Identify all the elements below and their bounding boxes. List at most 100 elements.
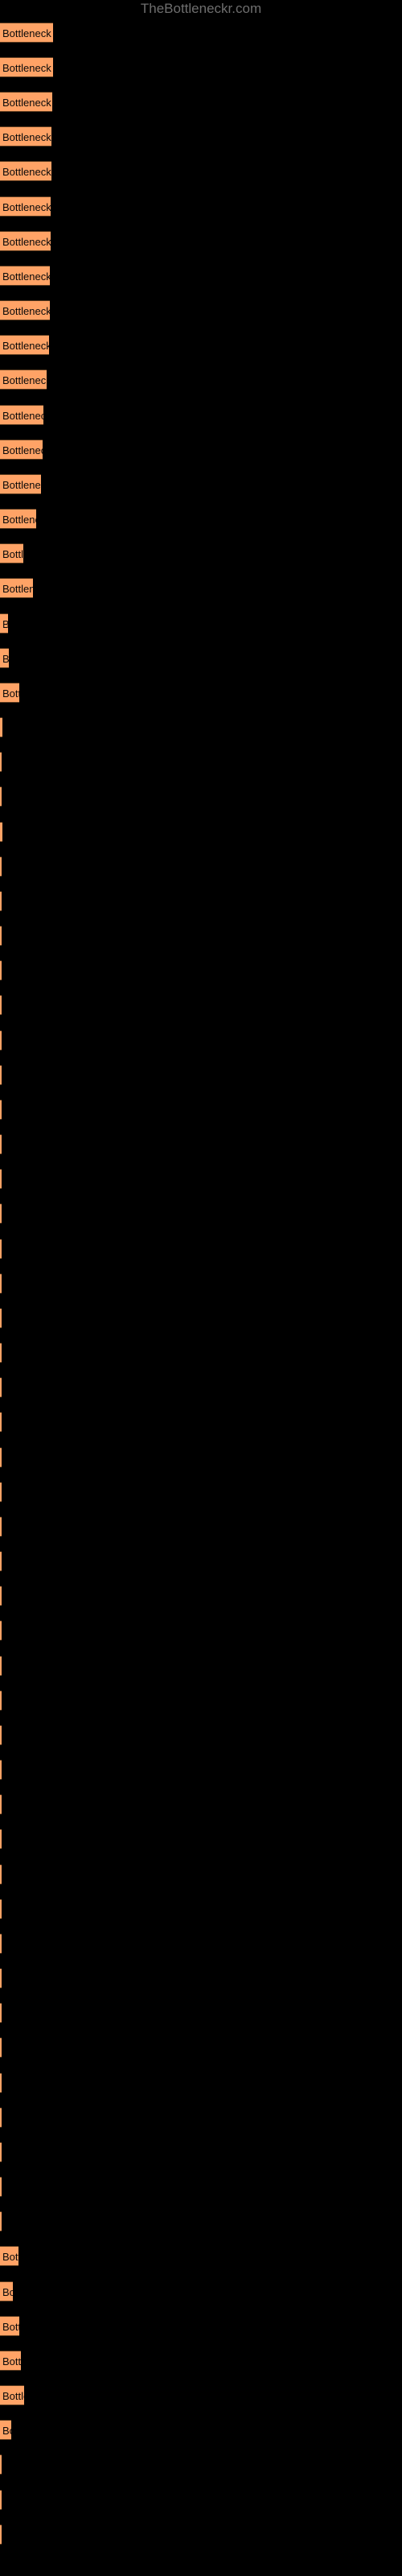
bar-segment[interactable]: Bottleneck result bbox=[0, 1274, 2, 1294]
bar-segment[interactable]: Bottleneck result bbox=[0, 1412, 2, 1432]
bar-segment[interactable]: Bottleneck result bbox=[0, 926, 2, 946]
bar-segment[interactable]: Bottleneck result bbox=[0, 23, 53, 43]
bar-label: Bottleneck result bbox=[2, 201, 51, 213]
bar-label: Bottleneck result bbox=[2, 2286, 13, 2298]
bar-segment[interactable]: Bottleneck result bbox=[0, 1377, 2, 1397]
bar-segment[interactable]: Bottleneck result bbox=[0, 1551, 2, 1571]
bar-segment[interactable]: Bottleneck result bbox=[0, 995, 2, 1015]
bar-segment[interactable]: Bottleneck result bbox=[0, 2211, 2, 2231]
bar-label: Bottleneck result bbox=[2, 236, 51, 248]
bar-label: Bottleneck result bbox=[2, 687, 19, 700]
bar-segment[interactable]: Bottleneck result bbox=[0, 2246, 18, 2266]
bar-label: Bottleneck result bbox=[2, 583, 33, 595]
bar-segment[interactable]: Bottleneck result bbox=[0, 2524, 2, 2545]
bar-segment[interactable]: Bottleneck result bbox=[0, 1308, 2, 1328]
bar-segment[interactable]: Bottleneck result bbox=[0, 1169, 2, 1189]
bar-segment[interactable]: Bottleneck result bbox=[0, 1586, 2, 1606]
bar-segment[interactable]: Bottleneck result bbox=[0, 1690, 2, 1711]
bar-segment[interactable]: Bottleneck result bbox=[0, 2073, 2, 2093]
bar-segment[interactable]: Bottleneck result bbox=[0, 369, 47, 390]
bar-segment[interactable]: Bottleneck result bbox=[0, 2490, 2, 2510]
bar-segment[interactable]: Bottleneck result bbox=[0, 1864, 2, 1885]
bar-segment[interactable]: Bottleneck result bbox=[0, 2420, 11, 2440]
bar-segment[interactable]: Bottleneck result bbox=[0, 2385, 24, 2405]
bar-segment[interactable]: Bottleneck result bbox=[0, 648, 9, 668]
bar-label: Bottleneck result bbox=[2, 2390, 24, 2402]
bar-segment[interactable]: Bottleneck result bbox=[0, 1203, 2, 1224]
bottleneck-bar-chart: Bottleneck result Bottleneck result Bottle… bbox=[0, 0, 402, 2576]
bar-segment[interactable]: Bottleneck result bbox=[0, 891, 2, 911]
bar-segment[interactable]: Bottleneck result bbox=[0, 1482, 2, 1502]
bar-segment[interactable]: Bottleneck result bbox=[0, 335, 49, 355]
bar-label: Bottleneck result bbox=[2, 410, 43, 422]
bar-segment[interactable]: Bottleneck result bbox=[0, 2107, 2, 2128]
bar-label: Bottleneck result bbox=[2, 374, 47, 386]
bar-label: Bottleneck result bbox=[2, 131, 51, 143]
bar-label: Bottleneck result bbox=[2, 2251, 18, 2263]
bar-label: Bottleneck result bbox=[2, 653, 9, 665]
bar-segment[interactable]: Bottleneck result bbox=[0, 1725, 2, 1745]
bar-segment[interactable]: Bottleneck result bbox=[0, 683, 19, 703]
bar-segment[interactable]: Bottleneck result bbox=[0, 266, 50, 286]
bar-segment[interactable]: Bottleneck result bbox=[0, 509, 36, 529]
bar-segment[interactable]: Bottleneck result bbox=[0, 543, 23, 564]
bar-segment[interactable]: Bottleneck result bbox=[0, 1343, 2, 1363]
bar-segment[interactable]: Bottleneck result bbox=[0, 1934, 2, 1954]
bar-segment[interactable]: Bottleneck result bbox=[0, 1829, 2, 1849]
bar-segment[interactable]: Bottleneck result bbox=[0, 578, 33, 598]
bar-segment[interactable]: Bottleneck result bbox=[0, 1620, 2, 1641]
bar-segment[interactable]: Bottleneck result bbox=[0, 440, 43, 460]
bar-segment[interactable]: Bottleneck result bbox=[0, 960, 2, 980]
bar-segment[interactable]: Bottleneck result bbox=[0, 2142, 2, 2162]
bar-segment[interactable]: Bottleneck result bbox=[0, 857, 2, 877]
bar-segment[interactable]: Bottleneck result bbox=[0, 822, 2, 842]
bar-segment[interactable]: Bottleneck result bbox=[0, 474, 41, 494]
bar-segment[interactable]: Bottleneck result bbox=[0, 2454, 2, 2475]
bar-label: Bottleneck result bbox=[2, 97, 52, 109]
bar-label: Bottleneck result bbox=[2, 340, 49, 352]
bar-segment[interactable]: Bottleneck result bbox=[0, 1134, 2, 1154]
bar-segment[interactable]: Bottleneck result bbox=[0, 1968, 2, 1988]
bar-segment[interactable]: Bottleneck result bbox=[0, 2351, 21, 2371]
bar-label: Bottleneck result bbox=[2, 548, 23, 560]
bar-segment[interactable]: Bottleneck result bbox=[0, 161, 51, 181]
bar-segment[interactable]: Bottleneck result bbox=[0, 1899, 2, 1919]
bar-segment[interactable]: Bottleneck result bbox=[0, 196, 51, 217]
bar-segment[interactable]: Bottleneck result bbox=[0, 1656, 2, 1676]
bar-segment[interactable]: Bottleneck result bbox=[0, 2037, 2, 2058]
bar-segment[interactable]: Bottleneck result bbox=[0, 231, 51, 251]
bar-segment[interactable]: Bottleneck result bbox=[0, 57, 53, 77]
bar-segment[interactable]: Bottleneck result bbox=[0, 2177, 2, 2197]
bar-segment[interactable]: Bottleneck result bbox=[0, 752, 2, 772]
bar-label: Bottleneck result bbox=[2, 305, 50, 317]
bar-segment[interactable]: Bottleneck result bbox=[0, 1239, 2, 1259]
bar-label: Bottleneck result bbox=[2, 2321, 19, 2333]
bar-segment[interactable]: Bottleneck result bbox=[0, 1517, 2, 1537]
bar-label: Bottleneck result bbox=[2, 166, 51, 178]
bar-segment[interactable]: Bottleneck result bbox=[0, 1030, 2, 1051]
bar-segment[interactable]: Bottleneck result bbox=[0, 2316, 19, 2336]
bar-segment[interactable]: Bottleneck result bbox=[0, 1794, 2, 1814]
bar-label: Bottleneck result bbox=[2, 514, 36, 526]
bar-label: Bottleneck result bbox=[2, 2425, 11, 2437]
bar-segment[interactable]: Bottleneck result bbox=[0, 405, 43, 425]
bar-label: Bottleneck result bbox=[2, 614, 8, 633]
bar-segment[interactable]: Bottleneck result bbox=[0, 1447, 2, 1468]
bar-segment[interactable]: Bottleneck result bbox=[0, 1100, 2, 1120]
bar-segment[interactable]: Bottleneck result bbox=[0, 126, 51, 147]
bar-segment[interactable]: Bottleneck result bbox=[0, 1760, 2, 1780]
bar-segment[interactable]: Bottleneck result bbox=[0, 2281, 13, 2301]
bar-segment[interactable]: Bottleneck result bbox=[0, 92, 52, 112]
bar-segment[interactable]: Bottleneck result bbox=[0, 613, 8, 634]
bar-label: Bottleneck result bbox=[2, 2355, 21, 2368]
bar-segment[interactable]: Bottleneck result bbox=[0, 2003, 2, 2023]
bar-segment[interactable]: Bottleneck result bbox=[0, 300, 50, 320]
bar-label: Bottleneck result bbox=[2, 479, 41, 491]
bar-segment[interactable]: Bottleneck result bbox=[0, 717, 2, 737]
bar-segment[interactable]: Bottleneck result bbox=[0, 786, 2, 807]
bar-label: Bottleneck result bbox=[2, 270, 50, 283]
bar-segment[interactable]: Bottleneck result bbox=[0, 1065, 2, 1085]
bar-label: Bottleneck result bbox=[2, 444, 43, 456]
bar-label: Bottleneck result bbox=[2, 27, 53, 39]
bar-label: Bottleneck result bbox=[2, 62, 53, 74]
